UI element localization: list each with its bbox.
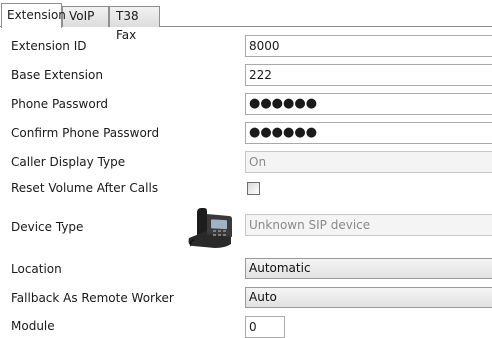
caller-display-type-select[interactable]: On [245, 151, 492, 173]
reset-volume-after-calls-checkbox[interactable] [247, 182, 260, 195]
module-field[interactable]: 0 [245, 316, 285, 338]
tab-bar: Extension VoIP T38 Fax [0, 0, 492, 42]
location-label: Location [11, 262, 62, 276]
location-select[interactable]: Automatic [245, 258, 492, 279]
confirm-phone-password-field[interactable]: ●●●●●● [245, 122, 492, 144]
tab-t38-fax[interactable]: T38 Fax [109, 6, 160, 42]
tab-voip[interactable]: VoIP [62, 6, 109, 27]
extension-id-label: Extension ID [11, 39, 87, 53]
desk-phone-icon [185, 204, 235, 249]
base-extension-field[interactable]: 222 [245, 64, 492, 86]
module-label: Module [11, 319, 55, 333]
device-type-label: Device Type [11, 220, 84, 234]
caller-display-type-label: Caller Display Type [11, 155, 126, 169]
device-type-select[interactable]: Unknown SIP device [245, 214, 492, 236]
reset-volume-after-calls-label: Reset Volume After Calls [11, 181, 159, 195]
base-extension-label: Base Extension [11, 68, 103, 82]
fallback-as-remote-worker-label: Fallback As Remote Worker [11, 291, 174, 305]
phone-password-field[interactable]: ●●●●●● [245, 93, 492, 115]
fallback-as-remote-worker-select[interactable]: Auto [245, 287, 492, 308]
tab-extension[interactable]: Extension [1, 3, 66, 28]
phone-password-label: Phone Password [11, 97, 109, 111]
extension-id-field[interactable]: 8000 [245, 35, 492, 57]
confirm-phone-password-label: Confirm Phone Password [11, 126, 160, 140]
